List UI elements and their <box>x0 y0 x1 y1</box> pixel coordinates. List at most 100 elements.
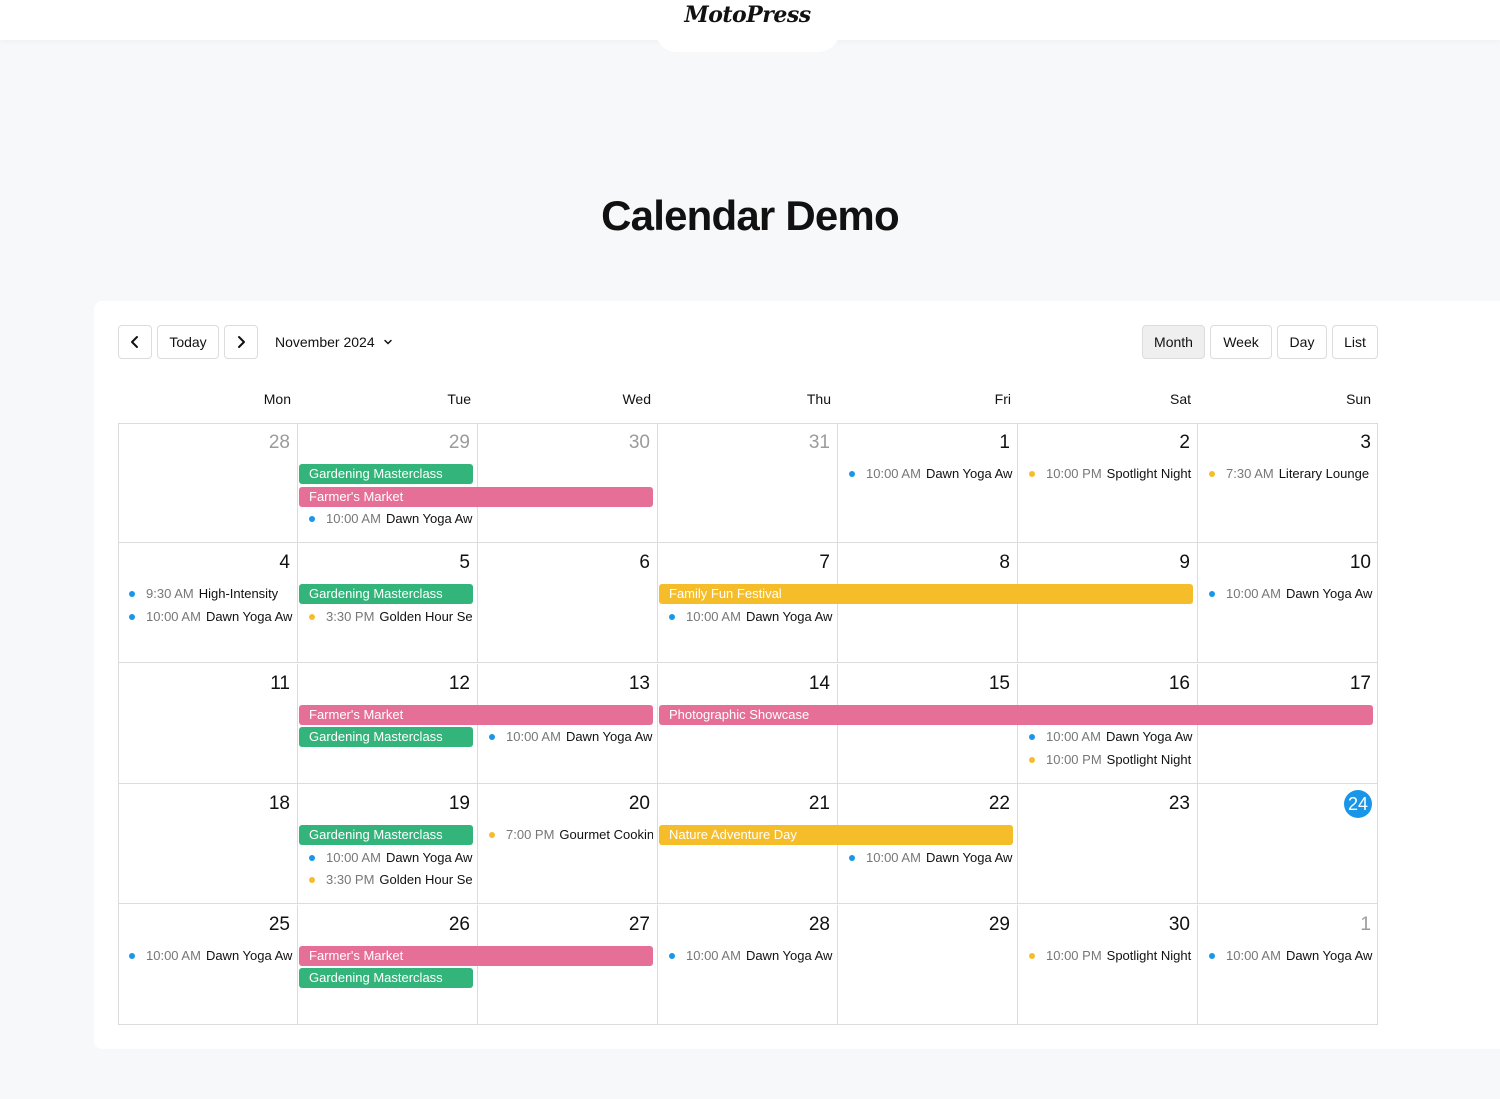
event-dot-icon <box>129 613 135 620</box>
timed-event[interactable]: 10:00 AMDawn Yoga Awakening <box>1019 727 1193 747</box>
multi-day-event[interactable]: Gardening Masterclass <box>299 727 473 748</box>
day-number[interactable]: 28 <box>269 432 290 454</box>
timed-event[interactable]: 10:00 PM Spotlight Night <box>1019 464 1193 484</box>
timed-event[interactable]: 7:00 PM Gourmet Cooking <box>479 825 653 845</box>
event-dot-icon <box>669 952 675 959</box>
day-number[interactable]: 1 <box>999 432 1010 454</box>
prev-month-button[interactable] <box>118 325 152 359</box>
event-time: 10:00 AM <box>686 947 741 963</box>
multi-day-event[interactable]: Nature Adventure Day <box>659 825 1013 846</box>
day-number[interactable]: 16 <box>1169 673 1190 695</box>
today-button[interactable]: Today <box>157 325 219 359</box>
timed-event[interactable]: 3:30 PMGolden Hour Session <box>299 870 473 890</box>
day-cell[interactable]: 11 <box>118 663 298 784</box>
chevron-down-icon <box>383 339 392 345</box>
timed-event[interactable]: 10:00 AMDawn Yoga Awakening <box>299 848 473 868</box>
day-cell[interactable]: 29 <box>838 904 1018 1025</box>
day-number[interactable]: 19 <box>449 793 470 815</box>
day-cell[interactable]: 31 <box>658 423 838 543</box>
day-number[interactable]: 3 <box>1360 432 1371 454</box>
timed-event[interactable]: 10:00 AMDawn Yoga Awakening <box>659 607 833 627</box>
day-number[interactable]: 21 <box>809 793 830 815</box>
day-number[interactable]: 10 <box>1350 552 1371 574</box>
timed-event[interactable]: 10:00 AMDawn Yoga Awakening <box>839 464 1013 484</box>
timed-event[interactable]: 7:30 AM Literary Lounge <box>1199 464 1373 484</box>
timed-event[interactable]: 10:00 AMDawn Yoga Awakening <box>1199 946 1373 966</box>
event-dot-icon <box>1029 756 1035 763</box>
day-number[interactable]: 5 <box>459 552 470 574</box>
event-title: Dawn Yoga Awakening <box>385 849 473 865</box>
day-number[interactable]: 13 <box>629 673 650 695</box>
day-number[interactable]: 20 <box>629 793 650 815</box>
day-number[interactable]: 29 <box>449 432 470 454</box>
multi-day-event[interactable]: Farmer's Market <box>299 704 653 725</box>
logo[interactable]: MotoPress <box>684 2 811 28</box>
timed-event[interactable]: 10:00 AMDawn Yoga Awakening <box>119 607 293 627</box>
day-number[interactable]: 6 <box>639 552 650 574</box>
day-cell[interactable]: 6 <box>478 543 658 664</box>
multi-day-event[interactable]: Family Fun Festival <box>659 584 1193 605</box>
day-number[interactable]: 12 <box>449 673 470 695</box>
timed-event[interactable]: 10:00 AMDawn Yoga Awakening <box>839 848 1013 868</box>
day-number[interactable]: 22 <box>989 793 1010 815</box>
day-number[interactable]: 9 <box>1179 552 1190 574</box>
day-number[interactable]: 7 <box>819 552 830 574</box>
multi-day-event[interactable]: Gardening Masterclass <box>299 968 473 989</box>
event-time: 3:30 PM <box>326 608 375 624</box>
timed-event[interactable]: 10:00 AMDawn Yoga Awakening <box>1199 584 1373 604</box>
multi-day-event[interactable]: Farmer's Market <box>299 945 653 966</box>
day-number[interactable]: 26 <box>449 914 470 936</box>
timed-event[interactable]: 10:00 AMDawn Yoga Awakening <box>299 509 473 529</box>
day-number[interactable]: 18 <box>269 793 290 815</box>
day-cell[interactable]: 18 <box>118 784 298 905</box>
day-number[interactable]: 29 <box>989 914 1010 936</box>
view-list-button[interactable]: List <box>1332 325 1378 359</box>
day-number[interactable]: 30 <box>1169 914 1190 936</box>
day-number[interactable]: 14 <box>809 673 830 695</box>
day-number[interactable]: 31 <box>809 432 830 454</box>
event-dot-icon <box>1029 734 1035 741</box>
timed-event[interactable]: 10:00 PM Spotlight Night <box>1019 750 1193 770</box>
today-day-number[interactable]: 24 <box>1344 790 1372 819</box>
day-number[interactable]: 1 <box>1360 914 1371 936</box>
event-time: 10:00 AM <box>146 947 201 963</box>
multi-day-event[interactable]: Gardening Masterclass <box>299 464 473 484</box>
day-cell[interactable]: 28 <box>118 423 298 543</box>
multi-day-event[interactable]: Gardening Masterclass <box>299 825 473 846</box>
day-number[interactable]: 15 <box>989 673 1010 695</box>
event-title: Dawn Yoga Awakening <box>565 729 653 745</box>
view-month-button[interactable]: Month <box>1142 325 1205 359</box>
next-month-button[interactable] <box>224 325 258 359</box>
day-cell[interactable]: 23 <box>1018 784 1198 905</box>
event-title: Golden Hour Session <box>379 608 473 624</box>
day-number[interactable]: 2 <box>1179 432 1190 454</box>
timed-event[interactable]: 9:30 AM High-Intensity <box>119 584 293 604</box>
timed-event[interactable]: 10:00 AMDawn Yoga Awakening <box>659 946 833 966</box>
event-title: High-Intensity <box>198 586 279 602</box>
day-number[interactable]: 8 <box>999 552 1010 574</box>
multi-day-event[interactable]: Gardening Masterclass <box>299 584 473 605</box>
day-number[interactable]: 11 <box>270 673 290 695</box>
multi-day-event[interactable]: Farmer's Market <box>299 486 653 507</box>
weekday-header: Mon <box>263 391 291 407</box>
page-title: Calendar Demo <box>601 192 900 239</box>
day-number[interactable]: 30 <box>629 432 650 454</box>
day-cell[interactable]: 24 <box>1198 784 1378 905</box>
day-number[interactable]: 25 <box>269 914 290 936</box>
day-number[interactable]: 17 <box>1350 673 1371 695</box>
month-selector[interactable]: November 2024 <box>275 325 393 359</box>
timed-event[interactable]: 10:00 AMDawn Yoga Awakening <box>479 727 653 747</box>
view-week-button[interactable]: Week <box>1210 325 1272 359</box>
day-number[interactable]: 27 <box>629 914 650 936</box>
view-day-button[interactable]: Day <box>1277 325 1327 359</box>
day-number[interactable]: 23 <box>1169 793 1190 815</box>
day-number[interactable]: 4 <box>279 552 290 574</box>
timed-event[interactable]: 10:00 AMDawn Yoga Awakening <box>119 946 293 966</box>
day-number[interactable]: 28 <box>809 914 830 936</box>
timed-event[interactable]: 10:00 PM Spotlight Night <box>1019 946 1193 966</box>
event-title: Literary Lounge <box>1278 466 1370 481</box>
day-cell[interactable]: 30 <box>478 423 658 543</box>
multi-day-event[interactable]: Photographic Showcase <box>659 704 1373 725</box>
event-dot-icon <box>309 854 315 861</box>
timed-event[interactable]: 3:30 PMGolden Hour Session <box>299 607 473 627</box>
